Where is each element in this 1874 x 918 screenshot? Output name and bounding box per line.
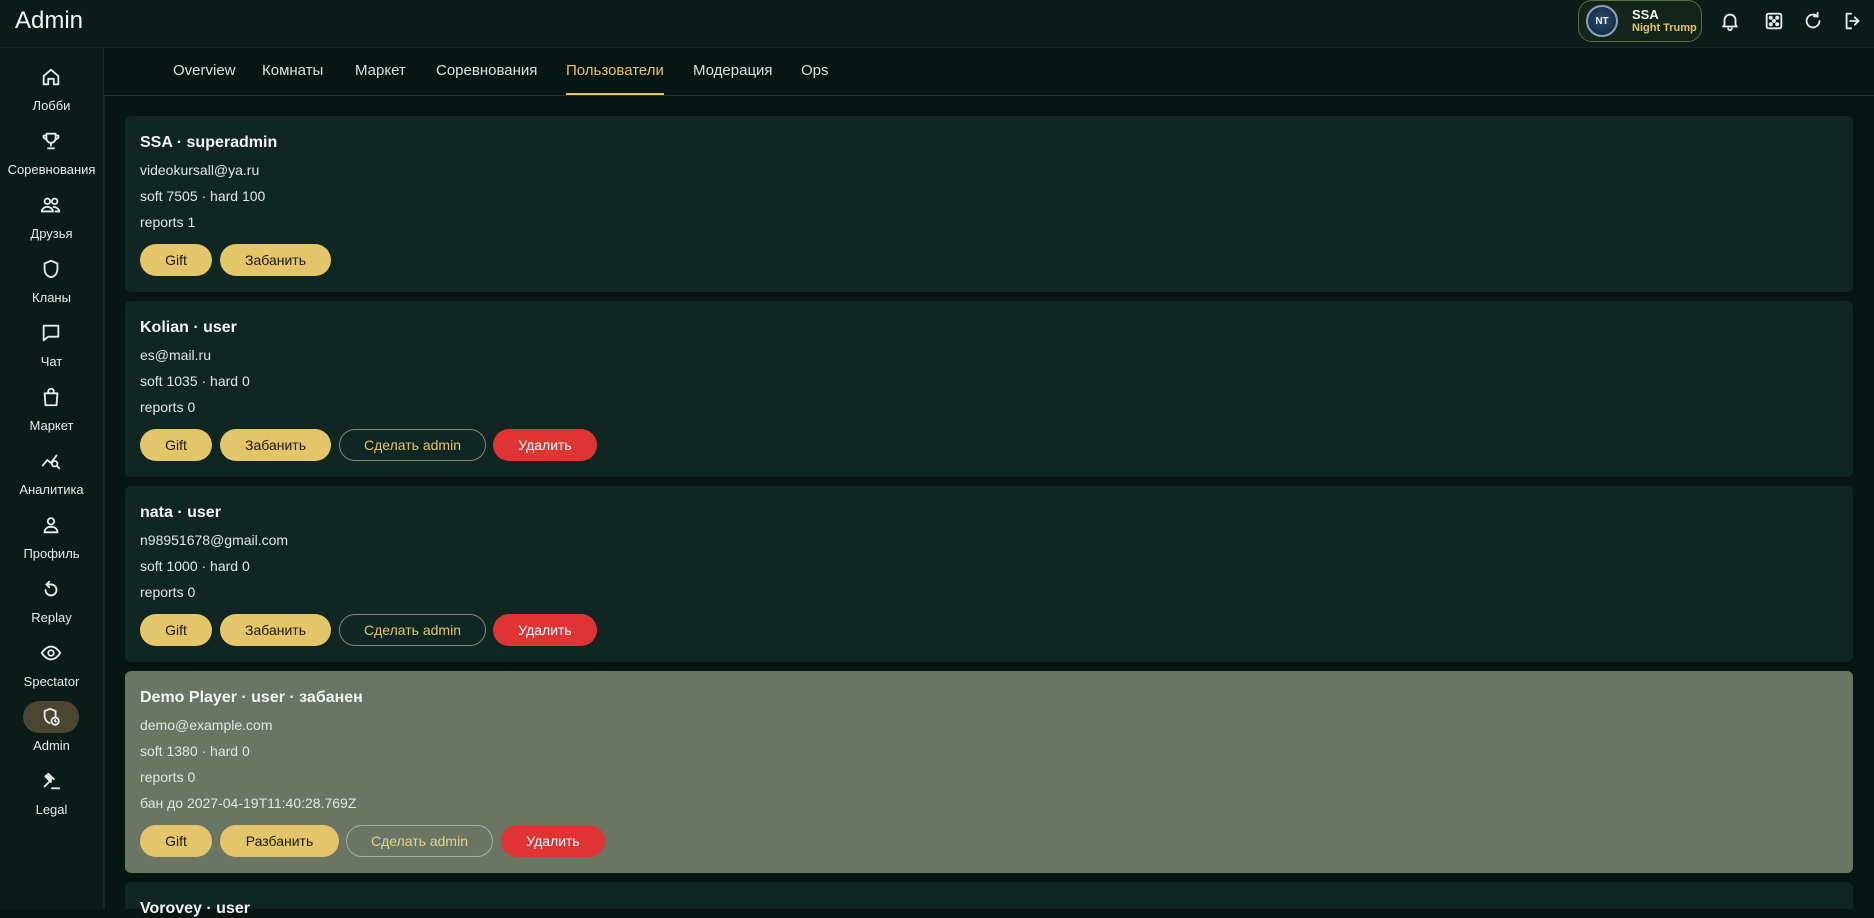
ban-until: бан до 2027-04-19T11:40:28.769Z [140, 795, 357, 811]
make-admin-button[interactable]: Сделать admin [346, 825, 493, 857]
tab-rooms[interactable]: Комнаты [262, 62, 323, 95]
eye-icon [23, 637, 79, 669]
profile-name: SSA [1632, 7, 1659, 22]
sidebar-item-label: Чат [40, 354, 63, 369]
gift-button[interactable]: Gift [140, 429, 212, 461]
tab-competitions[interactable]: Соревнования [436, 62, 537, 95]
sidebar-item-market[interactable]: Маркет [0, 380, 103, 440]
refresh-icon[interactable] [1802, 10, 1824, 32]
sidebar-item-competitions[interactable]: Соревнования [0, 124, 103, 184]
user-title: Kolian · user [140, 319, 237, 336]
user-card: Kolian · user es@mail.ru soft 1035 · har… [125, 301, 1853, 477]
gift-button[interactable]: Gift [140, 614, 212, 646]
profile-subtitle: Night Trump [1632, 22, 1697, 34]
delete-button[interactable]: Удалить [493, 429, 597, 461]
bell-icon[interactable] [1719, 10, 1741, 32]
sidebar-item-profile[interactable]: Профиль [0, 508, 103, 568]
admin-tabs: Overview Комнаты Маркет Соревнования Пол… [104, 48, 1874, 96]
ban-button[interactable]: Забанить [220, 244, 331, 276]
sidebar-item-label: Профиль [23, 546, 80, 561]
sidebar-item-label: Кланы [32, 290, 71, 305]
sidebar-item-friends[interactable]: Друзья [0, 188, 103, 248]
user-balance: soft 1035 · hard 0 [140, 373, 250, 389]
shield-icon [23, 253, 79, 285]
make-admin-button[interactable]: Сделать admin [339, 429, 486, 461]
user-reports: reports 0 [140, 399, 196, 415]
sidebar-item-label: Маркет [29, 418, 74, 433]
user-card: SSA · superadmin videokursall@ya.ru soft… [125, 116, 1853, 292]
trophy-icon [23, 125, 79, 157]
user-reports: reports 0 [140, 584, 196, 600]
user-title: Vorovey · user [140, 900, 250, 917]
tab-users[interactable]: Пользователи [566, 62, 664, 95]
user-card: nata · user n98951678@gmail.com soft 100… [125, 486, 1853, 662]
bag-icon [23, 381, 79, 413]
user-email: demo@example.com [140, 717, 273, 733]
user-balance: soft 1000 · hard 0 [140, 558, 250, 574]
tab-ops[interactable]: Ops [801, 62, 829, 95]
user-balance: soft 1380 · hard 0 [140, 743, 250, 759]
logout-icon[interactable] [1842, 10, 1864, 32]
user-reports: reports 1 [140, 214, 196, 230]
gift-button[interactable]: Gift [140, 244, 212, 276]
sidebar-item-lobby[interactable]: Лобби [0, 60, 103, 120]
sidebar-item-label: Аналитика [19, 482, 84, 497]
user-card: Vorovey · user [125, 882, 1853, 917]
admin-icon [23, 701, 79, 733]
tab-moderation[interactable]: Модерация [693, 62, 773, 95]
user-title: SSA · superadmin [140, 134, 278, 151]
delete-button[interactable]: Удалить [493, 614, 597, 646]
sidebar-item-analytics[interactable]: Аналитика [0, 444, 103, 504]
tab-market[interactable]: Маркет [355, 62, 406, 95]
sidebar-item-label: Лобби [32, 98, 71, 113]
sidebar: Лобби Соревнования Друзья Кланы Чат Марк… [0, 48, 105, 909]
unban-button[interactable]: Разбанить [220, 825, 339, 857]
user-reports: reports 0 [140, 769, 196, 785]
user-card-banned: Demo Player · user · забанен demo@exampl… [125, 671, 1853, 873]
chat-icon [23, 317, 79, 349]
sidebar-item-spectator[interactable]: Spectator [0, 636, 103, 696]
user-email: videokursall@ya.ru [140, 162, 260, 178]
gavel-icon [23, 765, 79, 797]
sidebar-item-legal[interactable]: Legal [0, 764, 103, 824]
replay-icon [23, 573, 79, 605]
friends-icon [23, 189, 79, 221]
sidebar-item-label: Legal [35, 802, 68, 817]
person-icon [23, 509, 79, 541]
sidebar-item-label: Admin [33, 738, 70, 753]
user-balance: soft 7505 · hard 100 [140, 188, 266, 204]
sidebar-item-replay[interactable]: Replay [0, 572, 103, 632]
avatar: NT [1586, 5, 1618, 37]
tab-overview[interactable]: Overview [173, 62, 236, 95]
gift-button[interactable]: Gift [140, 825, 212, 857]
sidebar-item-clans[interactable]: Кланы [0, 252, 103, 312]
sidebar-item-label: Replay [31, 610, 72, 625]
user-email: es@mail.ru [140, 347, 212, 363]
ban-button[interactable]: Забанить [220, 614, 331, 646]
delete-button[interactable]: Удалить [501, 825, 605, 857]
sidebar-item-label: Друзья [30, 226, 73, 241]
ban-button[interactable]: Забанить [220, 429, 331, 461]
profile-chip[interactable]: NT SSA Night Trump [1578, 0, 1702, 42]
app-title: Admin [15, 7, 84, 34]
user-email: n98951678@gmail.com [140, 532, 289, 548]
user-title: nata · user [140, 504, 221, 521]
sidebar-item-label: Spectator [23, 674, 80, 689]
dice-icon[interactable] [1763, 10, 1785, 32]
user-title: Demo Player · user · забанен [140, 689, 363, 706]
analytics-icon [23, 445, 79, 477]
make-admin-button[interactable]: Сделать admin [339, 614, 486, 646]
sidebar-item-admin[interactable]: Admin [0, 700, 103, 760]
home-icon [23, 61, 79, 93]
top-bar: Admin NT SSA Night Trump [0, 0, 1874, 48]
sidebar-item-chat[interactable]: Чат [0, 316, 103, 376]
sidebar-item-label: Соревнования [7, 162, 96, 177]
